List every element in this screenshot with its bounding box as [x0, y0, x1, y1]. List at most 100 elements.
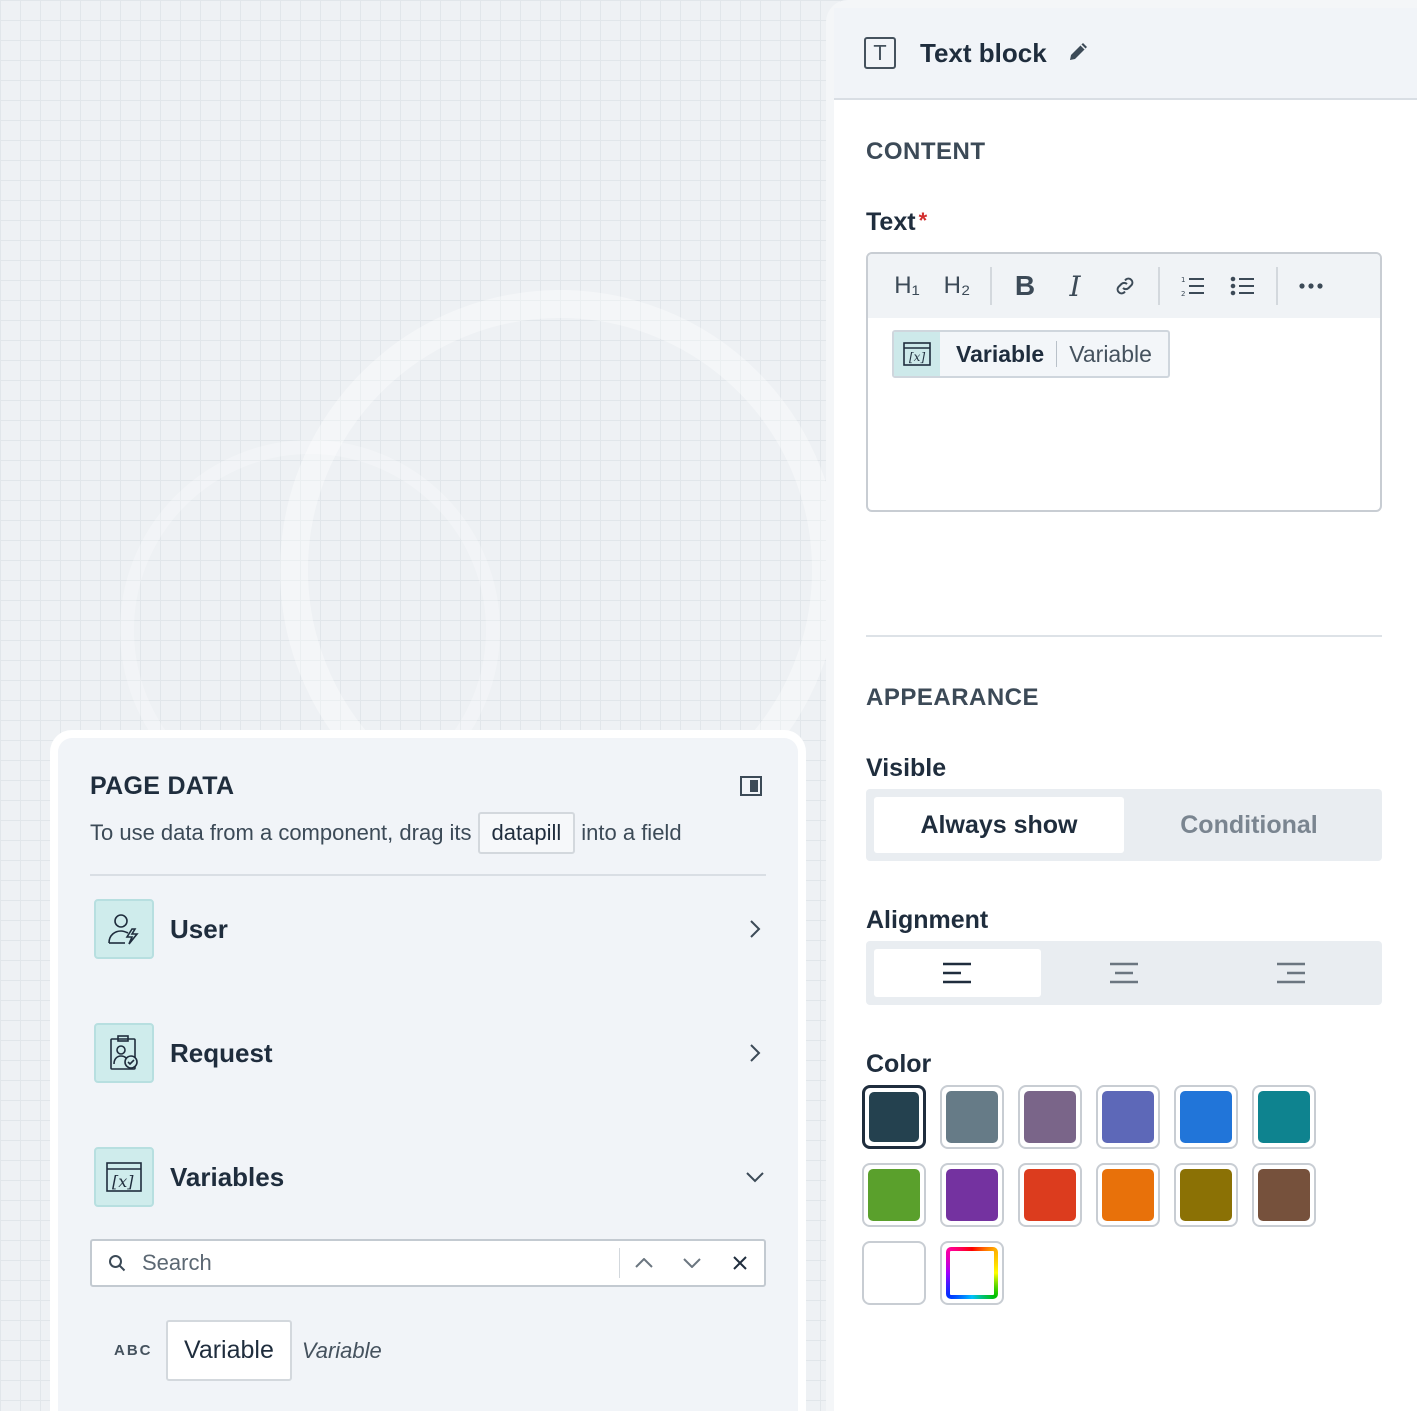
request-icon	[94, 1023, 154, 1083]
variable-icon: [x]	[894, 332, 940, 376]
chevron-down-icon[interactable]	[740, 1162, 770, 1192]
color-swatch[interactable]	[1096, 1163, 1160, 1227]
color-swatch-row	[862, 1163, 1342, 1227]
visible-field-label: Visible	[866, 754, 947, 782]
alignment-segmented-control	[866, 941, 1382, 1005]
text-block-icon: T	[864, 37, 896, 69]
required-mark: *	[918, 208, 928, 233]
rich-text-editor[interactable]: H₁ H₂ B I 12 [x] Variable Variable	[866, 252, 1382, 512]
heading2-button[interactable]: H₂	[932, 264, 982, 308]
color-swatch[interactable]	[1174, 1085, 1238, 1149]
visible-segmented-control: Always show Conditional	[866, 789, 1382, 861]
pill-type: Variable	[1069, 340, 1152, 367]
color-swatch-fill	[1180, 1091, 1232, 1143]
description-text: into a field	[581, 820, 682, 845]
color-palette	[862, 1085, 1342, 1319]
toolbar-divider	[1158, 267, 1160, 305]
section-variables[interactable]: [x] Variables	[94, 1147, 770, 1207]
color-swatch-fill	[868, 1247, 920, 1299]
variable-icon: [x]	[94, 1147, 154, 1207]
ordered-list-icon[interactable]: 12	[1168, 264, 1218, 308]
color-swatch-fill	[869, 1092, 919, 1142]
chevron-up-icon[interactable]	[620, 1241, 668, 1285]
color-swatch[interactable]	[1096, 1085, 1160, 1149]
always-show-option[interactable]: Always show	[874, 797, 1124, 853]
conditional-option[interactable]: Conditional	[1124, 797, 1374, 853]
chevron-right-icon[interactable]	[740, 1038, 770, 1068]
color-swatch[interactable]	[1018, 1163, 1082, 1227]
align-center-icon[interactable]	[1041, 949, 1208, 997]
align-left-icon[interactable]	[874, 949, 1041, 997]
divider	[90, 874, 766, 876]
section-label: User	[170, 913, 228, 944]
variable-type: Variable	[301, 1337, 382, 1363]
svg-text:[x]: [x]	[112, 1172, 134, 1191]
text-field-label: Text *	[866, 208, 928, 236]
page-data-panel: PAGE DATA To use data from a component, …	[50, 730, 806, 1411]
chevron-right-icon[interactable]	[740, 914, 770, 944]
svg-text:2: 2	[1181, 290, 1185, 298]
editor-toolbar: H₁ H₂ B I 12	[868, 254, 1380, 318]
more-icon[interactable]	[1286, 264, 1336, 308]
dock-panel-icon[interactable]	[740, 776, 762, 801]
color-swatch[interactable]	[1252, 1163, 1316, 1227]
color-swatch[interactable]	[1174, 1163, 1238, 1227]
color-swatch[interactable]	[862, 1085, 926, 1149]
variables-search	[90, 1239, 766, 1287]
variable-datapill[interactable]: Variable	[166, 1320, 292, 1381]
toolbar-divider	[990, 267, 992, 305]
color-swatch-fill	[946, 1091, 998, 1143]
chevron-down-icon[interactable]	[668, 1241, 716, 1285]
color-swatch-fill	[868, 1169, 920, 1221]
alignment-field-label: Alignment	[866, 906, 989, 934]
variable-list-item[interactable]: ABC Variable Variable	[114, 1320, 382, 1381]
color-swatch-fill	[1258, 1091, 1310, 1143]
align-right-icon[interactable]	[1207, 949, 1374, 997]
color-swatch-row	[862, 1085, 1342, 1149]
user-icon	[94, 899, 154, 959]
panel-title: Text block	[920, 37, 1047, 68]
close-icon[interactable]	[716, 1241, 764, 1285]
edit-pencil-icon[interactable]	[1067, 39, 1091, 68]
page-data-title: PAGE DATA	[90, 772, 235, 800]
link-icon[interactable]	[1100, 264, 1150, 308]
color-swatch[interactable]	[862, 1241, 926, 1305]
color-field-label: Color	[866, 1050, 932, 1078]
content-section-heading: CONTENT	[866, 138, 986, 165]
color-swatch[interactable]	[940, 1163, 1004, 1227]
bullet-list-icon[interactable]	[1218, 264, 1268, 308]
section-request[interactable]: Request	[94, 1023, 770, 1083]
color-swatch-fill	[1102, 1169, 1154, 1221]
appearance-section-heading: APPEARANCE	[866, 684, 1040, 711]
heading1-button[interactable]: H₁	[882, 264, 932, 308]
color-swatch-row	[862, 1241, 1342, 1305]
type-badge: ABC	[114, 1342, 153, 1359]
color-swatch-fill	[1024, 1091, 1076, 1143]
panel-header: T Text block	[834, 8, 1417, 100]
color-swatch-fill	[946, 1169, 998, 1221]
color-swatch-fill	[1258, 1169, 1310, 1221]
color-swatch-fill	[1024, 1169, 1076, 1221]
color-swatch-fill	[946, 1247, 998, 1299]
italic-button[interactable]: I	[1050, 264, 1100, 308]
color-swatch[interactable]	[862, 1163, 926, 1227]
color-swatch-fill	[1180, 1169, 1232, 1221]
section-label: Request	[170, 1037, 273, 1068]
section-user[interactable]: User	[94, 899, 770, 959]
page-data-description: To use data from a component, drag its d…	[90, 812, 682, 854]
svg-text:1: 1	[1181, 276, 1185, 284]
color-swatch[interactable]	[940, 1085, 1004, 1149]
variable-datapill[interactable]: [x] Variable Variable	[892, 330, 1170, 378]
datapill-chip: datapill	[477, 812, 576, 854]
search-input[interactable]	[142, 1250, 619, 1276]
section-divider	[866, 635, 1382, 637]
bold-button[interactable]: B	[1000, 264, 1050, 308]
color-swatch[interactable]	[1018, 1085, 1082, 1149]
svg-text:[x]: [x]	[909, 350, 925, 364]
properties-panel: T Text block CONTENT Text* H₁ H₂ B I 12	[826, 0, 1417, 1411]
color-swatch-fill	[1102, 1091, 1154, 1143]
custom-color-swatch[interactable]	[940, 1241, 1004, 1305]
color-swatch[interactable]	[1252, 1085, 1316, 1149]
section-label: Variables	[170, 1161, 285, 1192]
toolbar-divider	[1276, 267, 1278, 305]
